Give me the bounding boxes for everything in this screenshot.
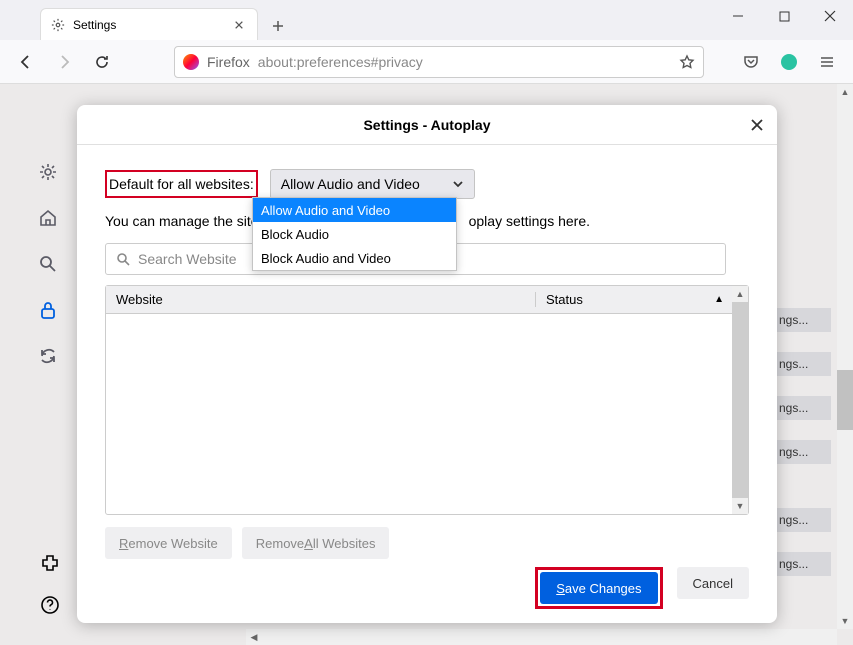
dialog-header: Settings - Autoplay xyxy=(77,105,777,145)
dropdown-option-allow-audio-video[interactable]: Allow Audio and Video xyxy=(253,198,456,222)
gear-icon xyxy=(51,18,65,32)
dialog-body: Default for all websites: Allow Audio an… xyxy=(77,145,777,623)
menu-icon[interactable] xyxy=(811,46,843,78)
window-controls xyxy=(715,0,853,32)
new-tab-button[interactable] xyxy=(264,12,292,40)
dialog-title: Settings - Autoplay xyxy=(363,117,490,133)
remove-all-websites-button[interactable]: Remove All Websites xyxy=(242,527,390,559)
titlebar: Settings xyxy=(0,0,853,40)
table-scroll-thumb[interactable] xyxy=(732,302,748,498)
peek-btn: ngs... xyxy=(775,508,831,532)
save-changes-button[interactable]: Save Changes xyxy=(540,572,657,604)
dropdown-menu: Allow Audio and Video Block Audio Block … xyxy=(252,197,457,271)
chevron-down-icon xyxy=(452,178,464,190)
dropdown-option-block-audio[interactable]: Block Audio xyxy=(253,222,456,246)
default-autoplay-dropdown[interactable]: Allow Audio and Video xyxy=(270,169,475,199)
peek-btn: ngs... xyxy=(775,308,831,332)
url-bar[interactable]: Firefox about:preferences#privacy xyxy=(174,46,704,78)
column-website[interactable]: Website xyxy=(106,292,536,307)
peek-btn: ngs... xyxy=(775,352,831,376)
autoplay-settings-dialog: Settings - Autoplay Default for all webs… xyxy=(77,105,777,623)
close-window-button[interactable] xyxy=(807,0,853,32)
firefox-logo-icon xyxy=(183,54,199,70)
forward-button[interactable] xyxy=(48,46,80,78)
url-identity: Firefox xyxy=(207,54,250,70)
browser-toolbar: Firefox about:preferences#privacy xyxy=(0,40,853,84)
table-scroll-up-icon[interactable]: ▲ xyxy=(732,286,748,302)
reload-button[interactable] xyxy=(86,46,118,78)
table-scroll-down-icon[interactable]: ▼ xyxy=(732,498,748,514)
scroll-thumb[interactable] xyxy=(837,370,853,430)
search-icon xyxy=(116,252,130,266)
search-placeholder: Search Website xyxy=(138,251,237,267)
sidebar-home-icon[interactable] xyxy=(38,208,62,232)
table-scrollbar[interactable]: ▲ ▼ xyxy=(732,286,748,514)
tab-title: Settings xyxy=(73,18,116,32)
bookmark-star-icon[interactable] xyxy=(679,54,695,70)
sidebar-extensions-icon[interactable] xyxy=(40,553,60,573)
close-tab-icon[interactable] xyxy=(231,17,247,33)
background-buttons: ngs... ngs... ngs... ngs... ngs... ngs..… xyxy=(775,308,831,576)
dropdown-value: Allow Audio and Video xyxy=(281,176,420,192)
maximize-button[interactable] xyxy=(761,0,807,32)
scroll-down-icon[interactable]: ▼ xyxy=(837,613,853,629)
sidebar-sync-icon[interactable] xyxy=(38,346,62,370)
cancel-button[interactable]: Cancel xyxy=(677,567,749,599)
dropdown-option-block-audio-video[interactable]: Block Audio and Video xyxy=(253,246,456,270)
browser-tab[interactable]: Settings xyxy=(40,8,258,40)
sidebar-search-icon[interactable] xyxy=(38,254,62,278)
sort-indicator-icon: ▲ xyxy=(714,294,724,305)
dialog-close-button[interactable] xyxy=(745,113,769,137)
peek-btn: ngs... xyxy=(775,552,831,576)
sidebar-general-icon[interactable] xyxy=(38,162,62,186)
website-table: Website Status ▲ ▲ ▼ xyxy=(105,285,749,515)
url-text: about:preferences#privacy xyxy=(258,54,423,70)
horizontal-scrollbar[interactable]: ◀ xyxy=(246,629,837,645)
table-header: Website Status ▲ xyxy=(106,286,748,314)
sidebar-privacy-icon[interactable] xyxy=(38,300,62,324)
peek-btn: ngs... xyxy=(775,440,831,464)
minimize-button[interactable] xyxy=(715,0,761,32)
back-button[interactable] xyxy=(10,46,42,78)
column-status[interactable]: Status ▲ xyxy=(536,292,748,307)
remove-website-button[interactable]: Remove Website xyxy=(105,527,232,559)
page-scrollbar[interactable] xyxy=(837,84,853,629)
extension-icon[interactable] xyxy=(773,46,805,78)
save-highlight: Save Changes xyxy=(535,567,662,609)
default-label: Default for all websites: xyxy=(105,170,258,198)
peek-btn: ngs... xyxy=(775,396,831,420)
sidebar-help-icon[interactable] xyxy=(40,595,60,615)
scroll-up-icon[interactable]: ▲ xyxy=(837,84,853,100)
pocket-icon[interactable] xyxy=(735,46,767,78)
